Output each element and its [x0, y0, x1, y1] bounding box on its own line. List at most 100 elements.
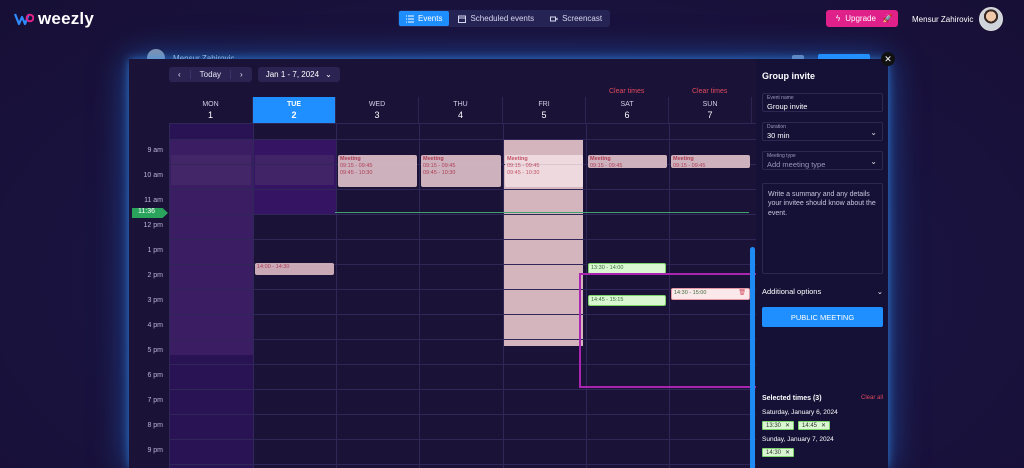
event-time: 09:15 - 09:45 [340, 163, 373, 170]
time-chip[interactable]: 14:30 ✕ [762, 448, 795, 457]
event-time: 09:45 - 10:30 [507, 170, 540, 177]
top-bar: weezly Events Scheduled events Screencas… [0, 0, 1024, 38]
tab-events[interactable]: Events [399, 11, 450, 26]
list-icon [406, 15, 414, 22]
time-label: 1 pm [147, 247, 163, 254]
today-button[interactable]: Today [189, 70, 232, 79]
selected-times-header: Selected times (3) Clear all [762, 395, 883, 402]
clear-times-sun[interactable]: Clear times [692, 88, 727, 95]
duration-select[interactable]: Duration 30 min ⌄ [762, 122, 883, 141]
brand-logo[interactable]: weezly [14, 9, 94, 29]
event-tue-block[interactable]: 14:00 - 14:30 [255, 263, 334, 275]
tab-screencast[interactable]: Screencast [543, 11, 609, 26]
close-icon[interactable]: ✕ [785, 422, 790, 429]
user-menu[interactable]: Mensur Zahirovic [912, 7, 1004, 31]
day-name: FRI [538, 101, 550, 108]
camera-icon [550, 16, 558, 21]
day-name: SUN [702, 101, 718, 108]
event-name-field[interactable]: Event name Group invite [762, 93, 883, 112]
grid-line [169, 123, 756, 124]
upgrade-button[interactable]: ϟ Upgrade 🚀 [826, 10, 898, 27]
event-title: Meeting [340, 156, 361, 162]
tab-scheduled-events-label: Scheduled events [470, 14, 535, 23]
tue-busy-block [255, 155, 334, 185]
date-range-select[interactable]: Jan 1 - 7, 2024 ⌄ [257, 67, 340, 82]
time-label: 2 pm [147, 272, 163, 279]
next-week-button[interactable]: › [231, 70, 252, 79]
calendar-toolbar: ‹ Today › Jan 1 - 7, 2024 ⌄ [169, 67, 340, 82]
time-chip[interactable]: 14:45 ✕ [798, 421, 831, 430]
event-sat-meeting[interactable]: Meeting 09:15 - 09:45 [588, 155, 667, 169]
main-nav: Events Scheduled events Screencast [398, 10, 611, 27]
mon-busy-block [171, 155, 251, 185]
lightning-icon: ϟ [836, 14, 841, 23]
meeting-type-select[interactable]: Meeting type Add meeting type ⌄ [762, 151, 883, 170]
day-name: THU [453, 101, 468, 108]
selected-date-sun: Sunday, January 7, 2024 [762, 436, 834, 443]
time-label: 6 pm [147, 372, 163, 379]
day-name: SAT [620, 101, 634, 108]
grid-line [169, 439, 756, 440]
prev-week-button[interactable]: ‹ [169, 70, 190, 79]
current-time-line [335, 212, 749, 213]
chevron-down-icon: ⌄ [876, 287, 883, 296]
chip-label: 14:45 [802, 422, 818, 429]
summary-textarea[interactable]: Write a summary and any details your inv… [762, 183, 883, 274]
day-divider [503, 123, 504, 468]
day-name: WED [368, 101, 386, 108]
day-divider [419, 123, 420, 468]
clear-all-link[interactable]: Clear all [861, 395, 883, 402]
grid-line [169, 414, 756, 415]
time-label: 11 am [144, 197, 163, 204]
tab-events-label: Events [418, 14, 443, 23]
event-wed-meeting[interactable]: Meeting 09:15 - 09:45 09:45 - 10:30 [338, 155, 417, 187]
grid-line [169, 239, 756, 240]
calendar-icon [458, 15, 467, 23]
event-thu-meeting[interactable]: Meeting 09:15 - 09:45 09:45 - 10:30 [421, 155, 501, 187]
day-header-thu[interactable]: THU 4 [419, 97, 503, 123]
event-time: 09:45 - 10:30 [423, 170, 456, 177]
clear-times-sat[interactable]: Clear times [609, 88, 644, 95]
public-meeting-button[interactable]: PUBLIC MEETING [762, 307, 883, 327]
event-time: 14:00 - 14:30 [257, 264, 290, 270]
time-chip[interactable]: 13:30 ✕ [762, 421, 795, 430]
event-name-label: Event name [767, 95, 794, 101]
day-number: 7 [707, 110, 713, 120]
selected-date-sat: Saturday, January 6, 2024 [762, 409, 838, 416]
time-label: 12 pm [143, 222, 163, 229]
user-name: Mensur Zahirovic [912, 14, 974, 24]
current-time-badge: 11:36 [132, 208, 168, 218]
event-name-value: Group invite [767, 102, 808, 111]
day-name: TUE [287, 101, 301, 108]
event-modal: ‹ Today › Jan 1 - 7, 2024 ⌄ Clear times … [129, 59, 888, 468]
event-title: Meeting [423, 156, 444, 162]
upgrade-label: Upgrade [845, 14, 876, 23]
grid-line [169, 214, 756, 215]
grid-line [169, 389, 756, 390]
day-header-fri[interactable]: FRI 5 [503, 97, 586, 123]
day-header-mon[interactable]: MON 1 [169, 97, 253, 123]
meeting-type-placeholder: Add meeting type [767, 160, 826, 169]
tab-scheduled-events[interactable]: Scheduled events [451, 11, 541, 26]
close-icon[interactable]: ✕ [785, 449, 790, 456]
grid-line [169, 189, 756, 190]
chevron-down-icon: ⌄ [325, 70, 332, 79]
day-name: MON [202, 101, 219, 108]
day-number: 4 [457, 110, 463, 120]
day-header-sun[interactable]: SUN 7 [669, 97, 752, 123]
week-calendar: Clear times Clear times MON 1 TUE 2 WED … [129, 88, 761, 468]
close-icon[interactable]: ✕ [821, 422, 826, 429]
event-fri-meeting[interactable]: Meeting 09:15 - 09:45 09:45 - 10:30 [505, 155, 583, 187]
event-title: Meeting [673, 156, 694, 162]
additional-options-toggle[interactable]: Additional options ⌄ [762, 287, 883, 296]
event-sun-meeting[interactable]: Meeting 09:15 - 09:45 [671, 155, 750, 169]
selected-times-title: Selected times (3) [762, 395, 822, 402]
chip-label: 13:30 [766, 422, 782, 429]
calendar-scrollbar[interactable] [750, 247, 755, 468]
time-label: 7 pm [147, 397, 163, 404]
close-icon[interactable]: ✕ [881, 52, 895, 66]
day-header-sat[interactable]: SAT 6 [586, 97, 669, 123]
duration-label: Duration [767, 124, 786, 130]
day-header-tue[interactable]: TUE 2 [253, 97, 336, 123]
day-header-wed[interactable]: WED 3 [336, 97, 419, 123]
